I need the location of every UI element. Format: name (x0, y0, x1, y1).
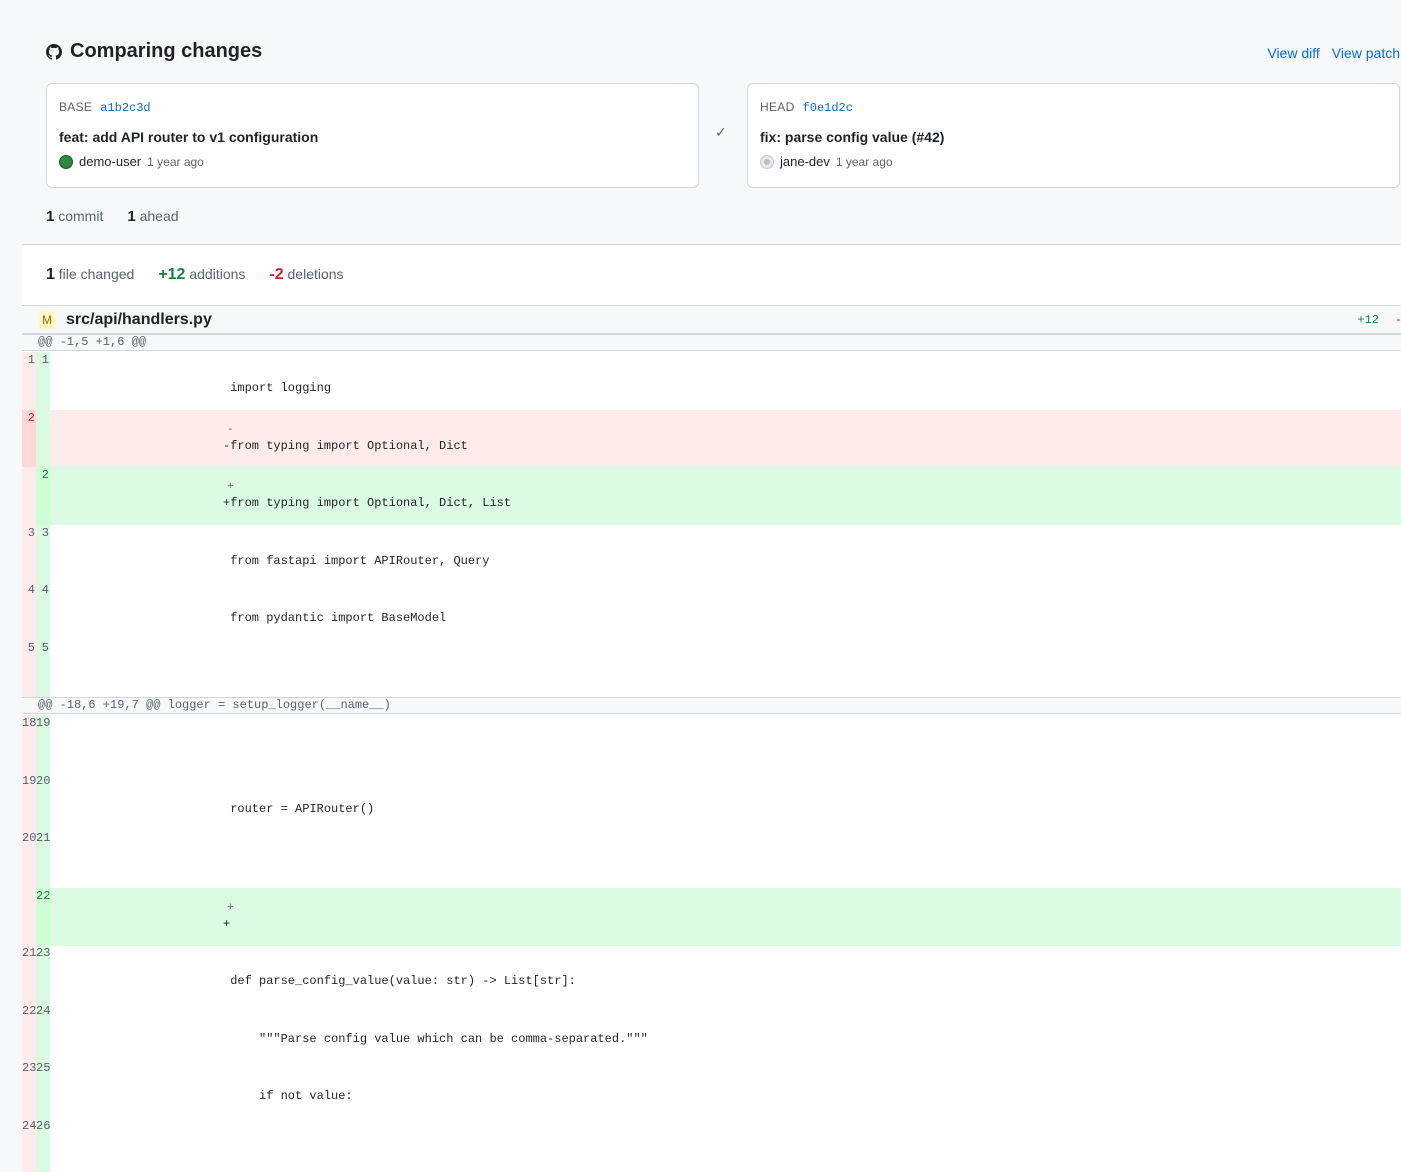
code-content: + (223, 917, 231, 931)
code-content: from pydantic import BaseModel (223, 611, 447, 625)
head-label: HEAD (760, 100, 795, 114)
head-commit-message: fix: parse config value (#42) (760, 129, 945, 145)
view-diff-link[interactable]: View diff (1267, 45, 1319, 61)
diff-line[interactable]: 20 21 (22, 830, 1401, 888)
diff-area: 1 file changed +12 additions -2 deletion… (22, 244, 1401, 1172)
diff-line[interactable]: 19 20 router = APIRouter() (22, 773, 1401, 831)
old-line-number[interactable]: 23 (22, 1060, 36, 1118)
file-additions: +12 (1357, 312, 1379, 327)
head-commit-card[interactable]: HEAD f0e1d2c fix: parse config value (#4… (747, 83, 1400, 188)
avatar (59, 154, 73, 169)
new-line-number[interactable]: 21 (36, 830, 50, 888)
old-line-number[interactable]: 24 (22, 1118, 36, 1172)
head-time: 1 year ago (835, 154, 893, 169)
commit-stats: 1 commit 1 ahead (46, 208, 179, 225)
old-line-number[interactable]: 21 (22, 945, 36, 1003)
new-line-number[interactable]: 22 (36, 888, 50, 946)
diff-line[interactable]: 2 + +from typing import Optional, Dict, Li… (22, 467, 1401, 525)
diff-marker: - (227, 424, 234, 436)
deletions-summary: -2 deletions (269, 266, 344, 283)
github-icon (46, 43, 62, 60)
code-content: if not value: (223, 1089, 353, 1103)
file-status-badge: M (38, 310, 56, 329)
new-line-number[interactable]: 26 (36, 1118, 50, 1172)
diff-line[interactable]: 44 from pydantic import BaseModel (22, 582, 1401, 640)
additions-summary: +12 additions (158, 266, 246, 283)
base-author[interactable]: demo-user (79, 154, 141, 169)
code-content: def parse_config_value(value: str) -> Li… (223, 974, 576, 988)
old-line-number[interactable]: 18 (22, 715, 36, 773)
page-header: Comparing changes (46, 40, 262, 63)
file-deletions: - (1395, 313, 1401, 327)
commit-count: 1 commit (46, 208, 104, 225)
old-line-number[interactable] (22, 467, 36, 525)
old-line-number[interactable]: 4 (22, 582, 36, 640)
diff-line[interactable]: 22 + + (22, 888, 1401, 946)
diff-line[interactable]: 22 24 """Parse config value which can be … (22, 1003, 1401, 1061)
old-line-number[interactable]: 20 (22, 830, 36, 888)
code-content: +from typing import Optional, Dict, List (223, 496, 512, 510)
diff-line[interactable]: 11 import logging (22, 352, 1401, 410)
diff-marker: + (227, 902, 234, 914)
new-line-number[interactable]: 20 (36, 773, 50, 831)
diff-line[interactable]: 55 (22, 640, 1401, 698)
diff-summary: 1 file changed +12 additions -2 deletion… (46, 266, 344, 284)
diff-marker: + (227, 481, 234, 493)
file-path[interactable]: src/api/handlers.py (66, 311, 212, 329)
old-line-number[interactable]: 2 (22, 410, 36, 468)
base-sha-link[interactable]: a1b2c3d (100, 101, 150, 115)
diff-line[interactable]: 33 from fastapi import APIRouter, Query (22, 525, 1401, 583)
new-line-number[interactable]: 24 (36, 1003, 50, 1061)
new-line-number[interactable]: 3 (36, 525, 50, 583)
code-content: -from typing import Optional, Dict (223, 439, 468, 453)
base-commit-card[interactable]: BASE a1b2c3d feat: add API router to v1 … (46, 83, 699, 188)
new-line-number[interactable]: 19 (36, 715, 50, 773)
head-sha-link[interactable]: f0e1d2c (803, 101, 853, 115)
check-icon: ✓ (715, 124, 727, 140)
new-line-number[interactable]: 4 (36, 582, 50, 640)
new-line-number[interactable]: 23 (36, 945, 50, 1003)
diff-line[interactable]: 2 - -from typing import Optional, Dict (22, 410, 1401, 468)
view-patch-link[interactable]: View patch (1332, 45, 1400, 61)
diff-line[interactable]: 24 26 (22, 1118, 1401, 1172)
old-line-number[interactable]: 5 (22, 640, 36, 698)
hunk-header[interactable]: @@ -18,6 +19,7 @@ logger = setup_logger(… (22, 697, 1401, 714)
head-author-row: jane-dev 1 year ago (760, 154, 1387, 169)
head-author[interactable]: jane-dev (780, 154, 830, 169)
new-line-number[interactable]: 2 (36, 467, 50, 525)
file-header[interactable]: M src/api/handlers.py +12 - (22, 305, 1401, 334)
code-content: router = APIRouter() (223, 802, 375, 816)
ahead-count: 1 ahead (127, 208, 179, 225)
old-line-number[interactable]: 22 (22, 1003, 36, 1061)
code-content: from fastapi import APIRouter, Query (223, 554, 490, 568)
page-title: Comparing changes (70, 40, 263, 62)
old-line-number[interactable]: 1 (22, 352, 36, 410)
new-line-number[interactable]: 1 (36, 352, 50, 410)
old-line-number[interactable] (22, 888, 36, 946)
base-time: 1 year ago (147, 154, 204, 169)
diff-line[interactable]: 21 23 def parse_config_value(value: str) … (22, 945, 1401, 1003)
base-label: BASE (59, 100, 93, 114)
diff-line[interactable]: 18 19 (22, 715, 1401, 773)
base-commit-message: feat: add API router to v1 configuration (59, 129, 319, 145)
new-line-number[interactable] (36, 410, 50, 468)
hunk-header[interactable]: @@ -1,5 +1,6 @@ (22, 334, 1401, 351)
files-changed: 1 file changed (46, 266, 135, 283)
header-links: View diff View patch (1267, 45, 1400, 61)
code-content: """Parse config value which can be comma… (223, 1032, 648, 1046)
new-line-number[interactable]: 25 (36, 1060, 50, 1118)
old-line-number[interactable]: 19 (22, 773, 36, 831)
avatar (760, 154, 774, 169)
diff-line[interactable]: 23 25 if not value: (22, 1060, 1401, 1118)
old-line-number[interactable]: 3 (22, 525, 36, 583)
new-line-number[interactable]: 5 (36, 640, 50, 698)
code-content: import logging (223, 381, 332, 395)
base-author-row: demo-user 1 year ago (59, 154, 686, 169)
